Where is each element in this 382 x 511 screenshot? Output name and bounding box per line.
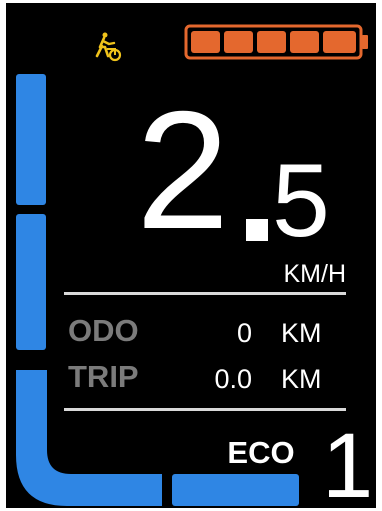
battery-bar-3 xyxy=(257,31,286,53)
battery-bar-1 xyxy=(191,31,220,53)
odo-value: 0 xyxy=(236,318,252,348)
speed-integer: 2 xyxy=(136,76,229,264)
gauge-segment-2 xyxy=(16,214,46,350)
battery-indicator xyxy=(184,24,368,60)
assist-level: 1 xyxy=(322,415,374,508)
speed-decimal-point xyxy=(246,219,268,241)
divider-top xyxy=(64,292,346,295)
divider-bottom xyxy=(64,408,346,411)
trip-value: 0.0 xyxy=(214,364,252,394)
battery-bar-5 xyxy=(323,31,356,53)
trip-unit: KM xyxy=(281,364,322,394)
mode-label: ECO xyxy=(227,435,295,470)
speed-unit: KM/H xyxy=(283,260,347,288)
odo-unit: KM xyxy=(281,318,322,348)
gauge-segment-1 xyxy=(16,74,46,205)
display-screen: 2 5 KM/H ODO 0 KM TRIP 0.0 KM ECO 1 xyxy=(6,3,376,508)
battery-bar-2 xyxy=(224,31,253,53)
walk-assist-icon xyxy=(95,32,122,62)
speed-decimal: 5 xyxy=(272,143,330,259)
gauge-segment-4 xyxy=(172,474,299,506)
battery-bar-4 xyxy=(290,31,319,53)
